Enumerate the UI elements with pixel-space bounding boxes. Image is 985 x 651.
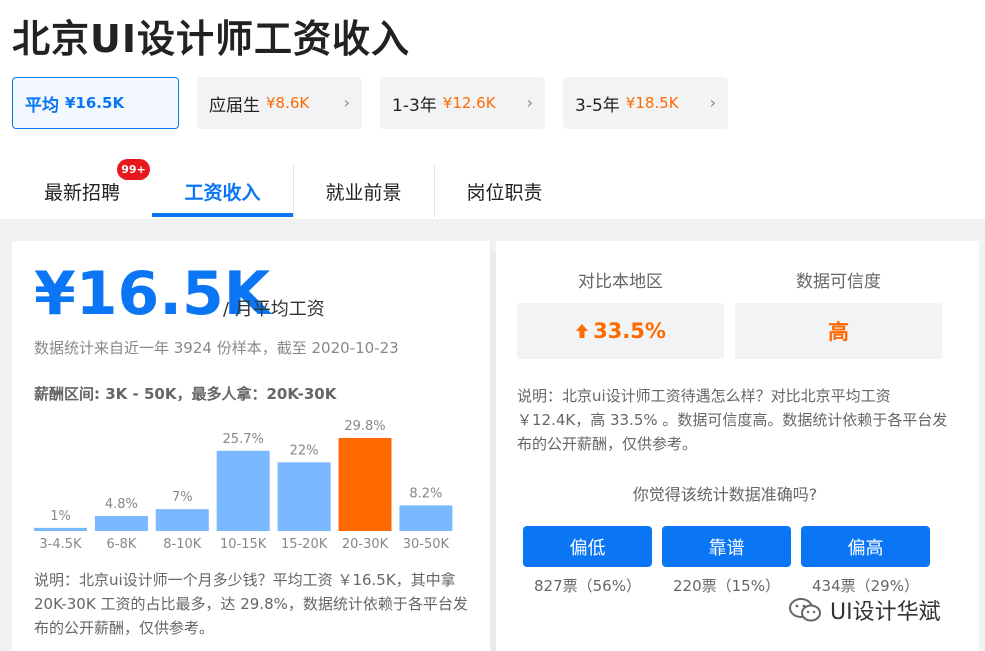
wechat-icon <box>789 598 821 622</box>
vote-accurate-button[interactable]: 靠谱 <box>662 526 791 567</box>
chart-bar-6-8K <box>94 516 148 531</box>
tab-salary[interactable]: 工资收入 <box>152 165 293 218</box>
chart-bar-15-20K <box>277 462 331 531</box>
filter-price: ¥18.5K <box>625 94 679 112</box>
salary-range: 薪酬区间: 3K - 50K，最多人拿：20K-30K <box>34 385 337 403</box>
chart-category-label: 3-4.5K <box>39 537 82 552</box>
experience-filters: 平均 ¥16.5K 应届生 ¥8.6K › 1-3年 ¥12.6K › 3-5年… <box>12 77 728 129</box>
chart-value-label: 25.7% <box>223 432 264 447</box>
up-arrow-icon <box>576 324 589 338</box>
filter-label: 3-5年 <box>575 95 620 116</box>
salary-suffix: / 月平均工资 <box>223 299 325 320</box>
chart-category-label: 30-50K <box>403 537 450 552</box>
chevron-right-icon: › <box>343 93 350 112</box>
chart-bar-3-4.5K <box>34 527 87 531</box>
chart-category-label: 6-8K <box>107 537 137 552</box>
tab-responsibilities[interactable]: 岗位职责 <box>434 165 575 218</box>
active-tab-indicator <box>152 213 293 217</box>
chart-value-label: 1% <box>50 509 71 524</box>
salary-description: 说明：北京ui设计师一个月多少钱？平均工资 ￥16.5K，其中拿 20K-30K… <box>34 571 468 637</box>
filter-label: 1-3年 <box>392 95 437 116</box>
chart-bar-20-30K <box>338 438 392 531</box>
filter-label: 平均 <box>25 95 59 116</box>
tab-label: 工资收入 <box>184 182 261 204</box>
filter-1-3-years[interactable]: 1-3年 ¥12.6K › <box>380 77 545 129</box>
confidence-label: 数据可信度 <box>796 272 881 292</box>
chart-value-label: 4.8% <box>105 497 138 512</box>
tab-bar: 最新招聘 99+ 工资收入 就业前景 岗位职责 <box>12 159 973 219</box>
chart-category-label: 20-30K <box>342 537 389 552</box>
filter-price: ¥12.6K <box>442 94 496 112</box>
vote-accurate-count: 220票（15%） <box>673 577 780 595</box>
local-compare-value: 33.5% <box>593 319 666 343</box>
local-compare-label: 对比本地区 <box>578 272 663 292</box>
poll-question: 你觉得该统计数据准确吗? <box>632 485 818 504</box>
tab-label: 岗位职责 <box>466 182 543 204</box>
chart-category-label: 8-10K <box>163 537 202 552</box>
chart-value-label: 8.2% <box>409 486 442 501</box>
comparison-card: 对比本地区 数据可信度 33.5% 高 说明：北京ui设计师工资待遇怎么样？对比… <box>496 241 979 651</box>
page: 北京UI设计师工资收入 平均 ¥16.5K 应届生 ¥8.6K › 1-3年 ¥… <box>0 0 985 651</box>
confidence-value: 高 <box>735 303 942 359</box>
filter-label: 应届生 <box>209 95 260 116</box>
vote-low-count: 827票（56%） <box>534 577 641 595</box>
tab-label: 最新招聘 <box>43 182 120 204</box>
filter-graduate[interactable]: 应届生 ¥8.6K › <box>197 77 362 129</box>
chart-value-label: 22% <box>290 443 319 458</box>
vote-low-button[interactable]: 偏低 <box>523 526 652 567</box>
tab-latest-jobs[interactable]: 最新招聘 99+ <box>12 159 152 218</box>
chart-category-label: 10-15K <box>220 537 267 552</box>
chart-category-label: 15-20K <box>281 537 328 552</box>
page-title: 北京UI设计师工资收入 <box>12 17 410 61</box>
local-compare-value-box: 33.5% <box>517 303 724 359</box>
filter-average[interactable]: 平均 ¥16.5K <box>12 77 179 129</box>
salary-card: ¥16.5K / 月平均工资 数据统计来自近一年 3924 份样本，截至 202… <box>12 241 490 651</box>
vote-high-button[interactable]: 偏高 <box>801 526 930 567</box>
chevron-right-icon: › <box>709 93 716 112</box>
filter-price: ¥16.5K <box>65 94 125 112</box>
sample-note: 数据统计来自近一年 3924 份样本，截至 2020-10-23 <box>34 339 399 357</box>
salary-distribution-chart: 1% 3-4.5K 4.8% 6-8K 7% 8-10K 25.7% 10-15K 22% 15-… <box>34 419 453 552</box>
filter-price: ¥8.6K <box>266 94 310 112</box>
chart-value-label: 29.8% <box>344 419 385 434</box>
comparison-description: 说明：北京ui设计师工资待遇怎么样？对比北京平均工资 ￥12.4K，高 33.5… <box>517 387 948 453</box>
chevron-right-icon: › <box>526 93 533 112</box>
watermark: UI设计华斌 <box>788 594 941 626</box>
vote-high-count: 434票（29%） <box>812 577 919 595</box>
tab-prospects[interactable]: 就业前景 <box>293 165 434 218</box>
chart-value-label: 7% <box>172 490 193 505</box>
chart-bar-30-50K <box>399 505 453 531</box>
chart-bar-10-15K <box>216 450 270 531</box>
count-badge: 99+ <box>117 159 150 180</box>
watermark-text: UI设计华斌 <box>830 600 941 625</box>
filter-3-5-years[interactable]: 3-5年 ¥18.5K › <box>563 77 728 129</box>
chart-bar-8-10K <box>155 509 209 531</box>
tab-label: 就业前景 <box>325 182 402 204</box>
